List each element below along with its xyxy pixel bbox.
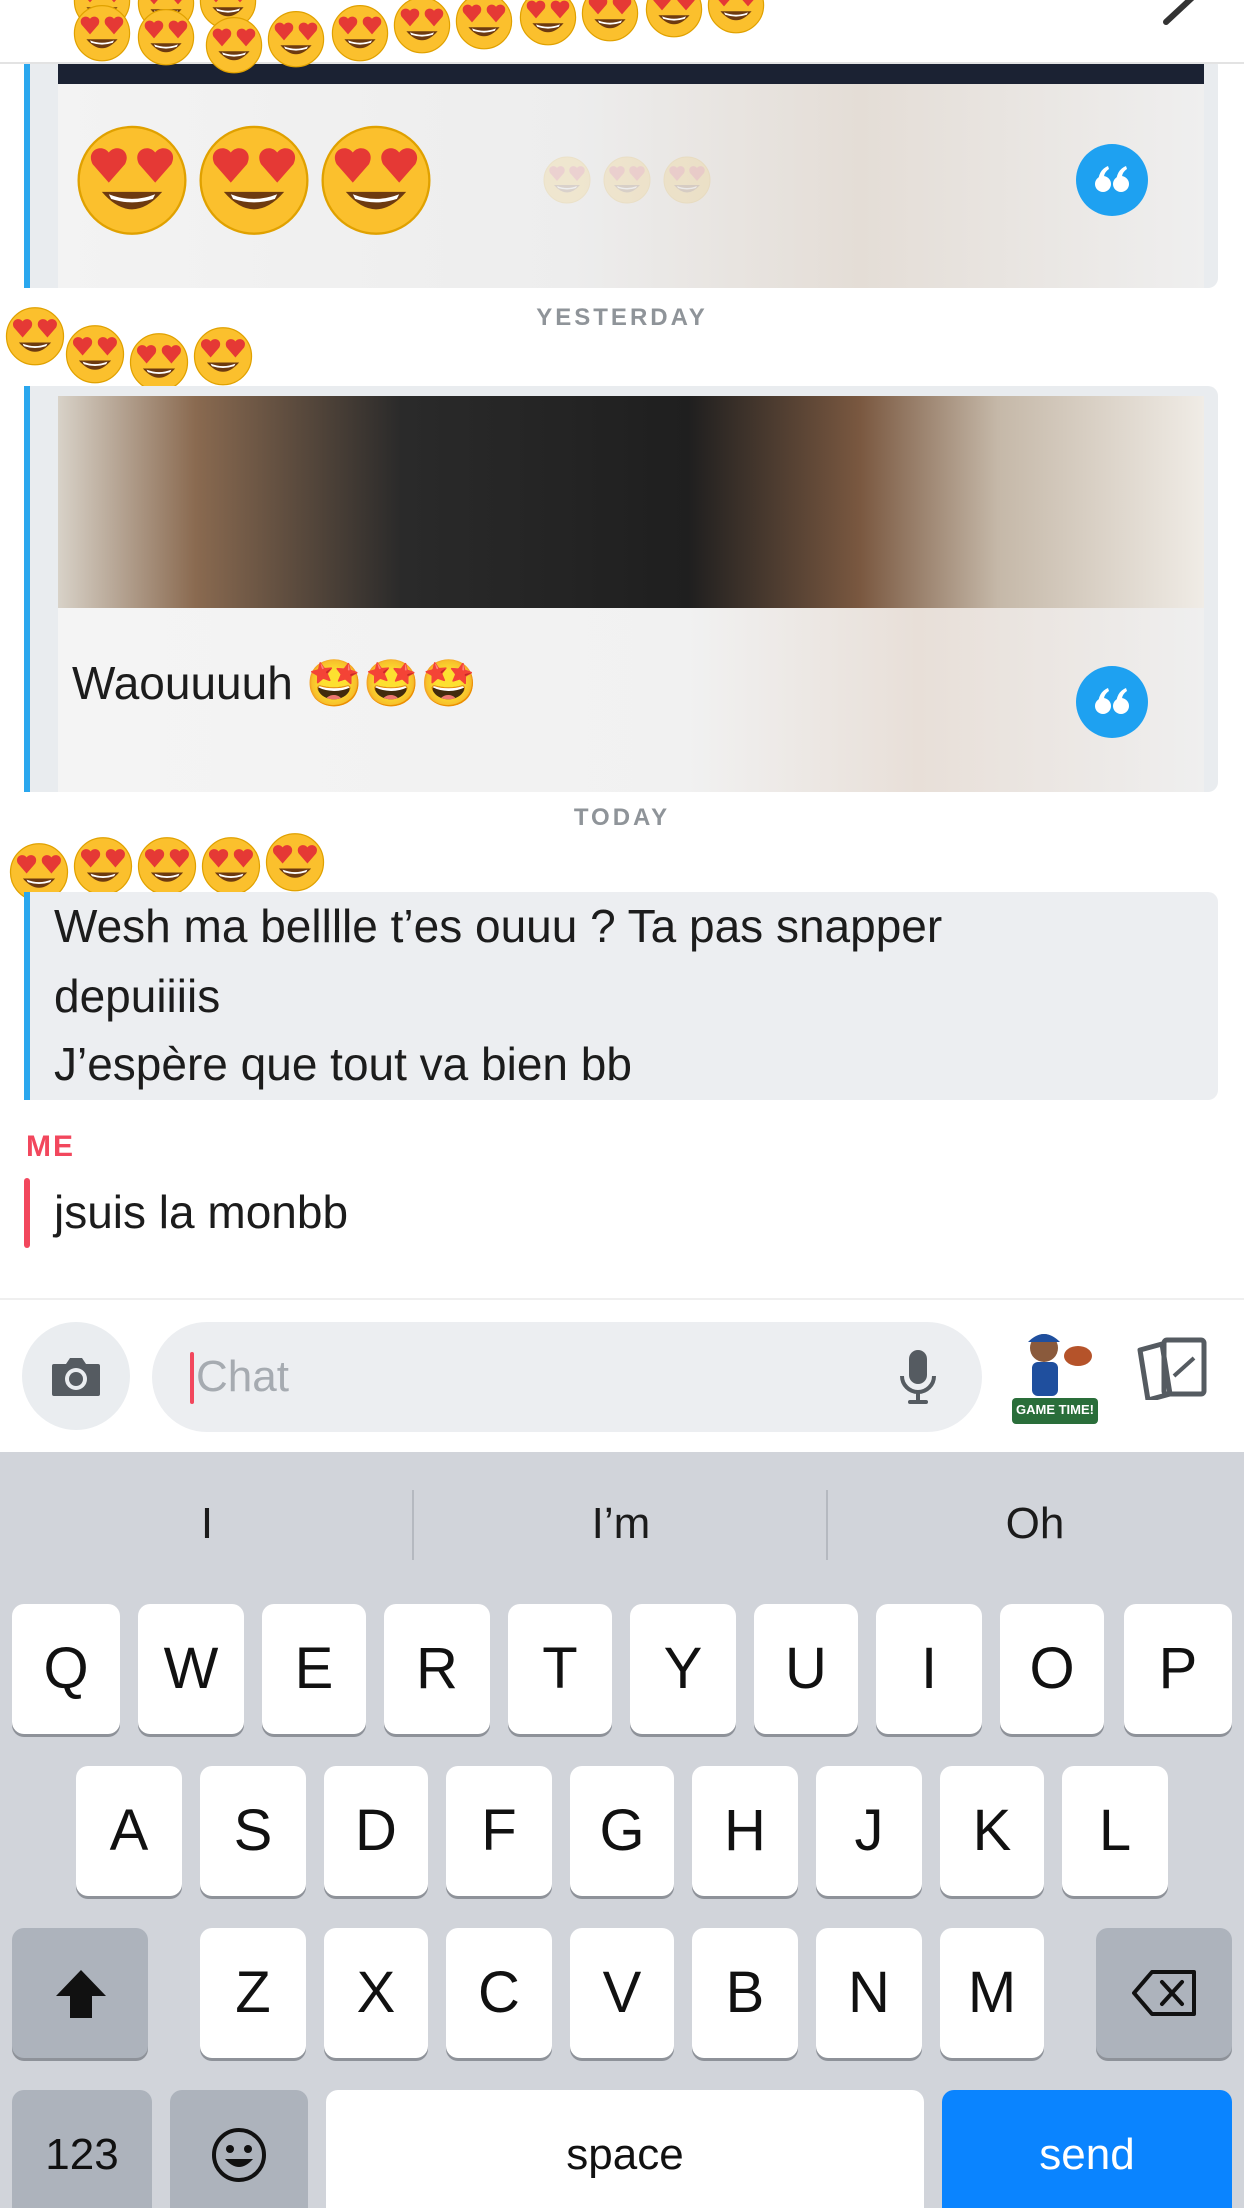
key-v[interactable]: V	[570, 1928, 674, 2058]
chat-placeholder: Chat	[196, 1352, 289, 1401]
key-y[interactable]: Y	[630, 1604, 736, 1734]
quote-reply-button[interactable]	[1076, 666, 1148, 738]
heart-eyes-emoji	[74, 120, 190, 236]
key-x[interactable]: X	[324, 1928, 428, 2058]
key-j[interactable]: J	[816, 1766, 922, 1896]
heart-eyes-emoji	[72, 2, 132, 62]
send-key[interactable]: send	[942, 2090, 1232, 2208]
key-h[interactable]: H	[692, 1766, 798, 1896]
shift-key[interactable]	[12, 1928, 148, 2058]
heart-eyes-emoji	[200, 834, 262, 896]
key-e[interactable]: E	[262, 1604, 366, 1734]
chevron-icon[interactable]	[1160, 0, 1200, 26]
day-separator: TODAY	[573, 804, 671, 831]
key-i[interactable]: I	[876, 1604, 982, 1734]
key-g[interactable]: G	[570, 1766, 674, 1896]
numbers-key[interactable]: 123	[12, 2090, 152, 2208]
key-o[interactable]: O	[1000, 1604, 1104, 1734]
backspace-icon	[1132, 1970, 1196, 2016]
heart-eyes-emoji	[706, 0, 766, 34]
key-r[interactable]: R	[384, 1604, 490, 1734]
heart-eyes-emoji	[454, 0, 514, 50]
heart-eyes-emoji	[196, 120, 312, 236]
heart-eyes-emoji	[580, 0, 640, 42]
heart-eyes-emoji	[4, 304, 66, 366]
key-p[interactable]: P	[1124, 1604, 1232, 1734]
heart-eyes-emoji	[136, 834, 198, 896]
microphone-icon[interactable]	[898, 1348, 938, 1408]
suggestion-1[interactable]: I	[0, 1476, 414, 1572]
heart-eyes-emoji	[128, 330, 190, 392]
snap-photo	[58, 396, 1204, 608]
heart-eyes-emoji	[136, 6, 196, 66]
key-w[interactable]: W	[138, 1604, 244, 1734]
heart-eyes-emoji	[318, 120, 434, 236]
quote-reply-button[interactable]	[1076, 144, 1148, 216]
message-line: Wesh ma belllle t’es ouuu ? Ta pas snapp…	[54, 900, 943, 952]
key-q[interactable]: Q	[12, 1604, 120, 1734]
snap-card[interactable]: Waouuuuh 🤩🤩🤩	[24, 386, 1218, 792]
space-key[interactable]: space	[326, 2090, 924, 2208]
snap-card[interactable]	[24, 56, 1218, 288]
key-b[interactable]: B	[692, 1928, 798, 2058]
camera-icon	[52, 1358, 100, 1396]
key-f[interactable]: F	[446, 1766, 552, 1896]
key-u[interactable]: U	[754, 1604, 858, 1734]
heart-eyes-emoji	[204, 14, 264, 74]
heart-eyes-emoji	[392, 0, 452, 54]
key-d[interactable]: D	[324, 1766, 428, 1896]
key-k[interactable]: K	[940, 1766, 1044, 1896]
me-indicator	[24, 1178, 30, 1248]
snap-caption: Waouuuuh 🤩🤩🤩	[72, 657, 478, 709]
delete-key[interactable]	[1096, 1928, 1232, 2058]
emoji-icon	[212, 2128, 266, 2182]
day-separator: YESTERDAY	[536, 304, 708, 331]
text-caret	[190, 1352, 194, 1404]
heart-eyes-emoji	[644, 0, 704, 38]
heart-eyes-emoji	[330, 2, 390, 62]
suggestion-2[interactable]: I’m	[414, 1476, 828, 1572]
heart-eyes-emoji	[518, 0, 578, 46]
key-l[interactable]: L	[1062, 1766, 1168, 1896]
heart-eyes-emoji	[266, 8, 326, 68]
heart-eyes-emoji	[64, 322, 126, 384]
suggestion-3[interactable]: Oh	[828, 1476, 1242, 1572]
heart-eyes-emoji	[72, 834, 134, 896]
key-s[interactable]: S	[200, 1766, 306, 1896]
key-m[interactable]: M	[940, 1928, 1044, 2058]
key-a[interactable]: A	[76, 1766, 182, 1896]
heart-eyes-emoji	[662, 154, 712, 204]
message-line: depuiiiis	[54, 970, 221, 1022]
sender-label-me: ME	[26, 1130, 75, 1163]
key-n[interactable]: N	[816, 1928, 922, 2058]
chat-input[interactable]: Chat	[152, 1322, 982, 1432]
bitmoji-sticker[interactable]: GAME TIME!	[1006, 1322, 1104, 1432]
heart-eyes-emoji	[192, 324, 254, 386]
cards-icon[interactable]	[1134, 1336, 1210, 1400]
key-t[interactable]: T	[508, 1604, 612, 1734]
message-line: J’espère que tout va bien bb	[54, 1038, 632, 1090]
heart-eyes-emoji	[602, 154, 652, 204]
quote-reply-icon	[1095, 688, 1129, 714]
keyboard: I I’m Oh Q W E R T Y U I O P A S D F G H…	[0, 1452, 1244, 2208]
my-message-text: jsuis la monbb	[54, 1186, 349, 1238]
key-z[interactable]: Z	[200, 1928, 306, 2058]
quote-reply-icon	[1095, 166, 1129, 192]
emoji-key[interactable]	[170, 2090, 308, 2208]
key-c[interactable]: C	[446, 1928, 552, 2058]
camera-button[interactable]	[22, 1322, 130, 1430]
compose-bar: Chat GAME TIME!	[0, 1298, 1244, 1452]
bitmoji-caption: GAME TIME!	[1016, 1402, 1094, 1417]
chat-header	[0, 0, 1244, 64]
heart-eyes-emoji	[542, 154, 592, 204]
heart-eyes-emoji	[264, 830, 326, 892]
shift-arrow-icon	[56, 1970, 106, 2018]
